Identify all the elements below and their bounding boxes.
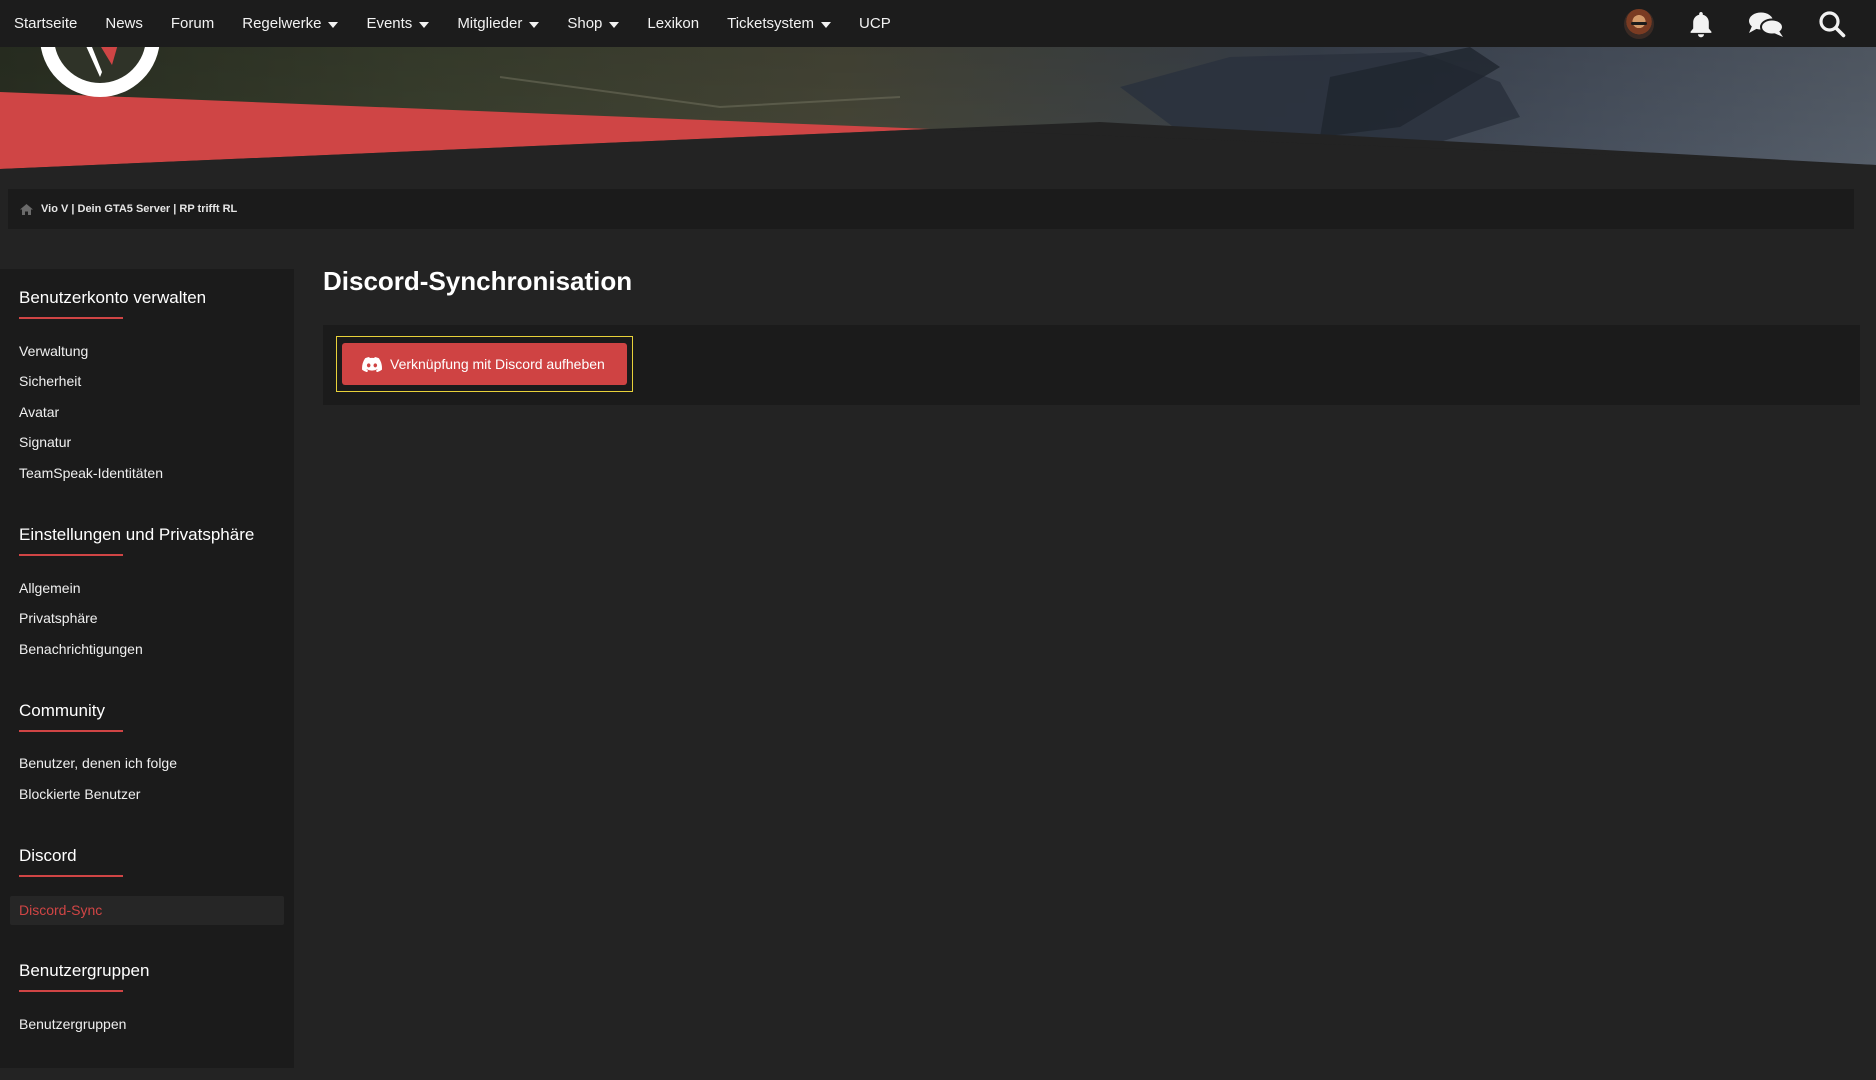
nav-item-label: Regelwerke: [242, 15, 322, 32]
sidebar-item-avatar[interactable]: Avatar: [19, 404, 59, 420]
header-banner: [0, 47, 1876, 172]
banner-graphic: [0, 47, 1876, 172]
nav-item-label: Mitglieder: [457, 15, 523, 32]
sidebar-item-discord-sync[interactable]: Discord-Sync: [19, 902, 102, 918]
heading-underline: [19, 990, 123, 992]
sidebar-heading-discord: Discord: [19, 846, 77, 865]
search-icon[interactable]: [1818, 10, 1846, 38]
nav-item-label: Events: [366, 15, 413, 32]
nav-item-label: Ticketsystem: [727, 15, 815, 32]
nav-item-shop[interactable]: Shop: [567, 0, 620, 47]
sidebar-heading-benutzerkonto: Benutzerkonto verwalten: [19, 288, 207, 307]
nav-item-news[interactable]: News: [105, 0, 143, 47]
sidebar-item-blocked-users[interactable]: Blockierte Benutzer: [19, 786, 140, 802]
nav-item-regelwerke[interactable]: Regelwerke: [242, 0, 339, 47]
heading-underline: [19, 554, 123, 556]
breadcrumb-link[interactable]: Vio V | Dein GTA5 Server | RP trifft RL: [41, 203, 237, 215]
nav-item-lexikon[interactable]: Lexikon: [647, 0, 699, 47]
nav-item-forum[interactable]: Forum: [171, 0, 214, 47]
caret-down-icon: [529, 21, 540, 28]
top-navigation: Startseite News Forum Regelwerke Events …: [0, 0, 1876, 47]
sidebar-item-following[interactable]: Benutzer, denen ich folge: [19, 755, 177, 771]
chat-icon[interactable]: [1748, 10, 1784, 38]
unlink-discord-button[interactable]: Verknüpfung mit Discord aufheben: [342, 343, 627, 385]
sidebar-item-verwaltung[interactable]: Verwaltung: [19, 343, 88, 359]
nav-item-label: Startseite: [14, 15, 78, 32]
sidebar-heading-community: Community: [19, 701, 105, 720]
nav-item-label: Forum: [170, 15, 215, 32]
nav-item-ticketsystem[interactable]: Ticketsystem: [727, 0, 832, 47]
page-title: Discord-Synchronisation: [323, 266, 633, 296]
heading-underline: [19, 730, 123, 732]
nav-item-ucp[interactable]: UCP: [859, 0, 891, 47]
nav-item-label: News: [105, 15, 143, 32]
unlink-discord-label: Verknüpfung mit Discord aufheben: [390, 356, 605, 372]
nav-item-events[interactable]: Events: [366, 0, 430, 47]
caret-down-icon: [609, 21, 620, 28]
sidebar: Benutzerkonto verwalten Verwaltung Siche…: [0, 269, 294, 1068]
heading-underline: [19, 875, 123, 877]
caret-down-icon: [821, 21, 832, 28]
discord-icon: [362, 356, 382, 372]
sidebar-heading-benutzergruppen: Benutzergruppen: [19, 961, 150, 980]
sidebar-heading-einstellungen: Einstellungen und Privatsphäre: [19, 525, 255, 544]
sidebar-item-benutzergruppen[interactable]: Benutzergruppen: [19, 1016, 126, 1032]
sidebar-item-sicherheit[interactable]: Sicherheit: [19, 373, 81, 389]
user-avatar[interactable]: [1624, 8, 1654, 39]
caret-down-icon: [419, 21, 430, 28]
sidebar-item-teamspeak[interactable]: TeamSpeak-Identitäten: [19, 465, 163, 481]
breadcrumb: Vio V | Dein GTA5 Server | RP trifft RL: [8, 189, 1854, 229]
nav-item-startseite[interactable]: Startseite: [14, 0, 77, 47]
bell-icon[interactable]: [1688, 10, 1714, 38]
home-icon[interactable]: [20, 203, 33, 215]
caret-down-icon: [328, 21, 339, 28]
sidebar-item-privatsphaere[interactable]: Privatsphäre: [19, 610, 98, 626]
nav-item-label: Shop: [567, 15, 603, 32]
sidebar-item-benachrichtigungen[interactable]: Benachrichtigungen: [19, 641, 143, 657]
nav-menu: Startseite News Forum Regelwerke Events …: [0, 0, 919, 47]
nav-item-label: UCP: [859, 15, 891, 32]
sidebar-item-allgemein[interactable]: Allgemein: [19, 580, 80, 596]
nav-item-label: Lexikon: [647, 15, 700, 32]
sidebar-item-signatur[interactable]: Signatur: [19, 434, 71, 450]
nav-item-mitglieder[interactable]: Mitglieder: [457, 0, 540, 47]
nav-user-icons: [1624, 0, 1876, 47]
heading-underline: [19, 317, 123, 319]
